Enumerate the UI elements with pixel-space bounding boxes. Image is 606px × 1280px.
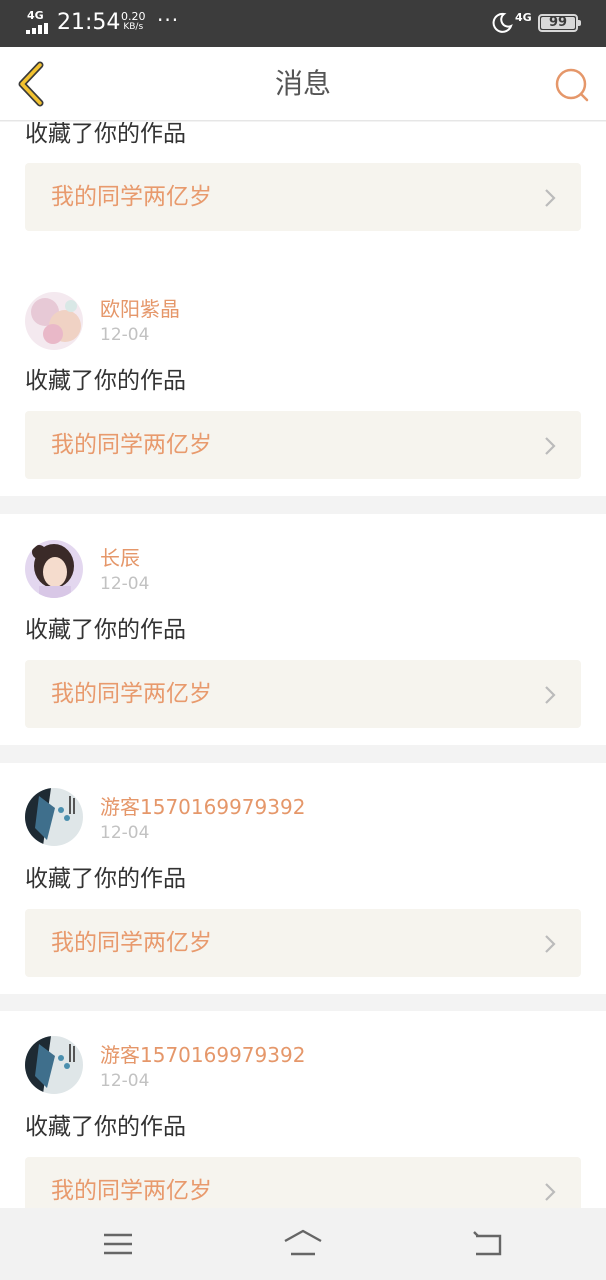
work-link[interactable]: 我的同学两亿岁 — [25, 660, 581, 728]
work-title: 我的同学两亿岁 — [51, 1178, 212, 1204]
moon-icon — [492, 12, 513, 33]
avatar[interactable] — [25, 540, 83, 598]
message-action: 收藏了你的作品 — [25, 617, 186, 643]
work-title: 我的同学两亿岁 — [51, 681, 212, 707]
header: 消息 — [0, 47, 606, 121]
network-type-2: 4G — [515, 11, 532, 24]
user-name[interactable]: 游客1570169979392 — [100, 1043, 305, 1067]
message-list[interactable]: 收藏了你的作品 我的同学两亿岁 欧阳紫晶 12-04 收藏了你的作品 我的同学两… — [0, 122, 606, 1208]
back-icon — [473, 1231, 502, 1256]
menu-button[interactable] — [98, 1226, 138, 1262]
message-card: 长辰 12-04 收藏了你的作品 我的同学两亿岁 — [0, 514, 606, 745]
message-action: 收藏了你的作品 — [25, 1114, 186, 1140]
work-title: 我的同学两亿岁 — [51, 930, 212, 956]
user-name[interactable]: 欧阳紫晶 — [100, 297, 180, 321]
user-name[interactable]: 游客1570169979392 — [100, 795, 305, 819]
avatar[interactable] — [25, 1036, 83, 1094]
home-button[interactable] — [283, 1226, 323, 1262]
chevron-right-icon — [545, 437, 556, 455]
chevron-right-icon — [545, 189, 556, 207]
network-type: 4G — [27, 9, 44, 22]
system-back-button[interactable] — [468, 1226, 508, 1262]
message-action: 收藏了你的作品 — [25, 368, 186, 394]
more-notifications-icon: ··· — [157, 8, 180, 32]
status-bar: 4G 21:54 0.20 KB/s ··· 4G 99 — [0, 0, 606, 47]
user-name[interactable]: 长辰 — [100, 546, 140, 570]
message-date: 12-04 — [100, 823, 150, 843]
chevron-right-icon — [545, 686, 556, 704]
chevron-right-icon — [545, 935, 556, 953]
battery-level: 99 — [548, 15, 568, 30]
network-speed: 0.20 KB/s — [121, 10, 146, 32]
message-action: 收藏了你的作品 — [25, 122, 186, 147]
battery-icon: 99 — [538, 14, 581, 32]
message-date: 12-04 — [100, 574, 150, 594]
work-link[interactable]: 我的同学两亿岁 — [25, 411, 581, 479]
message-card: 游客1570169979392 12-04 收藏了你的作品 我的同学两亿岁 — [0, 1011, 606, 1208]
message-action: 收藏了你的作品 — [25, 866, 186, 892]
home-icon — [284, 1229, 322, 1256]
message-date: 12-04 — [100, 1071, 150, 1091]
work-title: 我的同学两亿岁 — [51, 184, 212, 210]
message-card: 游客1570169979392 12-04 收藏了你的作品 我的同学两亿岁 — [0, 763, 606, 994]
work-title: 我的同学两亿岁 — [51, 432, 212, 458]
work-link[interactable]: 我的同学两亿岁 — [25, 909, 581, 977]
chevron-right-icon — [545, 1183, 556, 1201]
message-card: 欧阳紫晶 12-04 收藏了你的作品 我的同学两亿岁 — [0, 265, 606, 496]
work-link[interactable]: 我的同学两亿岁 — [25, 163, 581, 231]
avatar[interactable] — [25, 788, 83, 846]
message-date: 12-04 — [100, 325, 150, 345]
system-navigation-bar — [0, 1208, 606, 1280]
avatar[interactable] — [25, 292, 83, 350]
signal-icon — [26, 23, 50, 34]
menu-icon — [104, 1233, 132, 1255]
search-icon — [555, 68, 589, 102]
search-button[interactable] — [552, 65, 592, 105]
page-title: 消息 — [274, 67, 331, 100]
clock: 21:54 — [57, 10, 121, 35]
work-link[interactable]: 我的同学两亿岁 — [25, 1157, 581, 1208]
